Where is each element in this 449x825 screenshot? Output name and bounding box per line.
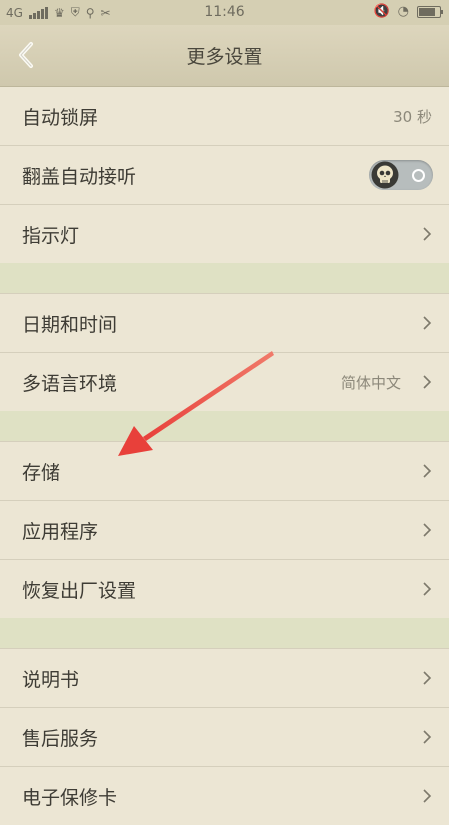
wifi-icon: ◔ bbox=[397, 4, 409, 19]
setting-label: 应用程序 bbox=[22, 521, 99, 543]
chevron-right-icon bbox=[423, 316, 432, 330]
chevron-right-icon bbox=[423, 375, 432, 389]
setting-indicator-light[interactable]: 指示灯 bbox=[0, 205, 449, 263]
flip-answer-toggle[interactable] bbox=[369, 160, 433, 190]
setting-label: 存储 bbox=[22, 462, 61, 484]
toggle-off-indicator-icon bbox=[412, 169, 425, 182]
setting-label: 自动锁屏 bbox=[22, 107, 99, 129]
setting-label: 恢复出厂设置 bbox=[22, 580, 137, 602]
setting-label: 多语言环境 bbox=[22, 373, 118, 395]
setting-label: 翻盖自动接听 bbox=[22, 166, 137, 188]
setting-factory-reset[interactable]: 恢复出厂设置 bbox=[0, 560, 449, 618]
battery-icon bbox=[417, 5, 443, 18]
setting-value: 简体中文 bbox=[340, 374, 401, 392]
setting-label: 说明书 bbox=[22, 669, 80, 691]
setting-label: 售后服务 bbox=[22, 728, 99, 750]
setting-language[interactable]: 多语言环境 简体中文 bbox=[0, 353, 449, 411]
setting-label: 电子保修卡 bbox=[22, 787, 118, 809]
setting-manual[interactable]: 说明书 bbox=[0, 649, 449, 708]
chevron-right-icon bbox=[423, 730, 432, 744]
status-bar: 4G ♛ ⛨ ⚲ ✂ 11:46 🔇 ◔ bbox=[0, 0, 449, 25]
mute-icon: 🔇 bbox=[373, 4, 390, 19]
setting-after-sales[interactable]: 售后服务 bbox=[0, 708, 449, 767]
setting-flip-auto-answer[interactable]: 翻盖自动接听 bbox=[0, 146, 449, 205]
status-right: 🔇 ◔ bbox=[373, 4, 443, 19]
skull-icon bbox=[371, 161, 399, 189]
section-divider bbox=[0, 618, 449, 649]
setting-applications[interactable]: 应用程序 bbox=[0, 501, 449, 560]
setting-label: 指示灯 bbox=[22, 225, 80, 247]
setting-auto-lock[interactable]: 自动锁屏 30 秒 bbox=[0, 87, 449, 146]
setting-date-time[interactable]: 日期和时间 bbox=[0, 294, 449, 353]
chevron-right-icon bbox=[423, 464, 432, 478]
chevron-right-icon bbox=[423, 523, 432, 537]
section-divider bbox=[0, 263, 449, 294]
chevron-right-icon bbox=[423, 789, 432, 803]
chevron-right-icon bbox=[423, 671, 432, 685]
setting-e-warranty[interactable]: 电子保修卡 bbox=[0, 767, 449, 825]
chevron-right-icon bbox=[423, 227, 432, 241]
title-bar: 更多设置 bbox=[0, 25, 449, 87]
setting-label: 日期和时间 bbox=[22, 314, 118, 336]
page-title: 更多设置 bbox=[186, 46, 263, 68]
chevron-right-icon bbox=[423, 582, 432, 596]
setting-storage[interactable]: 存储 bbox=[0, 442, 449, 501]
settings-list: 自动锁屏 30 秒 翻盖自动接听 指示灯 日期和时间 多语言环境 简体中文 存储… bbox=[0, 87, 449, 825]
section-divider bbox=[0, 411, 449, 442]
setting-value: 30 秒 bbox=[393, 108, 432, 126]
